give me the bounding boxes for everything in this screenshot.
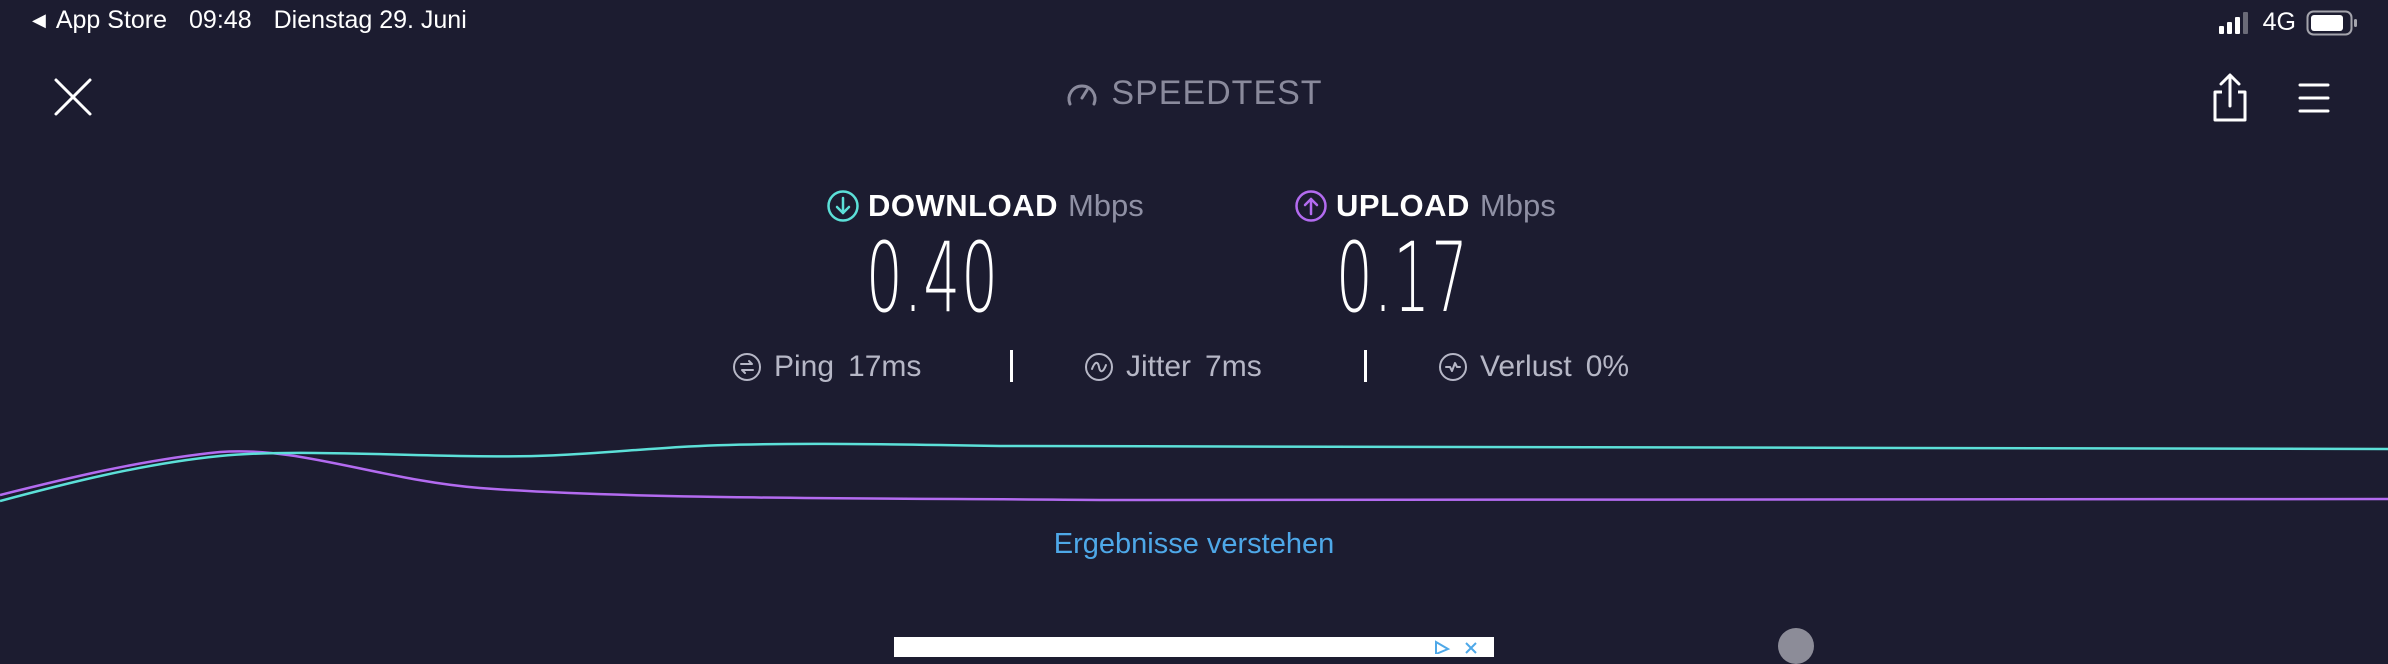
network-type: 4G <box>2262 8 2296 36</box>
signal-icon <box>2218 11 2248 34</box>
share-icon[interactable] <box>2210 72 2250 124</box>
menu-icon[interactable] <box>2296 80 2332 116</box>
packet-loss-stat: Verlust 0% <box>1438 350 1629 384</box>
packet-loss-value: 0% <box>1585 350 1630 383</box>
download-speed-line <box>0 442 2388 503</box>
back-to-app-store-link[interactable]: App Store <box>56 6 167 35</box>
download-header: DOWNLOAD Mbps <box>826 188 1144 224</box>
ping-stat: Ping 17ms <box>732 350 921 384</box>
ping-value: 17ms <box>848 350 922 383</box>
speedtest-logo: SPEEDTEST <box>0 74 2388 113</box>
packet-loss-label: Verlust <box>1480 350 1572 383</box>
jitter-label: Jitter <box>1126 350 1192 383</box>
speedtest-logo-icon <box>1067 84 1097 105</box>
jitter-icon <box>1085 353 1113 381</box>
download-label: DOWNLOAD <box>868 188 1058 223</box>
status-bar-left: ◀ App Store 09:48 Dienstag 29. Juni <box>32 6 467 35</box>
upload-speed-value: 0.17 <box>1336 222 1470 334</box>
ping-icon <box>733 353 761 381</box>
menu-button[interactable] <box>2296 80 2332 116</box>
upload-header: UPLOAD Mbps <box>1294 188 1556 224</box>
speed-graph <box>0 442 2388 503</box>
download-unit: Mbps <box>1067 188 1144 223</box>
back-arrow-icon[interactable]: ◀ <box>32 10 46 31</box>
stats-divider <box>1364 350 1367 382</box>
packet-loss-icon <box>1439 353 1467 381</box>
stats-divider <box>1010 350 1013 382</box>
status-time: 09:48 <box>189 6 252 34</box>
logo-text: SPEEDTEST <box>1111 74 1323 112</box>
ad-close-icon <box>1465 642 1477 654</box>
upload-arrow-icon <box>1295 190 1327 222</box>
ad-choices-icons[interactable] <box>1432 640 1486 654</box>
jitter-stat: Jitter 7ms <box>1084 350 1262 384</box>
upload-unit: Mbps <box>1479 188 1556 223</box>
share-button[interactable] <box>2210 72 2250 124</box>
ad-banner[interactable] <box>894 637 1494 657</box>
ping-label: Ping <box>774 350 835 383</box>
upload-label: UPLOAD <box>1336 188 1470 223</box>
understand-results-link[interactable]: Ergebnisse verstehen <box>0 528 2388 561</box>
scroll-handle[interactable] <box>1778 628 1814 664</box>
battery-icon <box>2306 10 2357 35</box>
download-arrow-icon <box>827 190 859 222</box>
download-speed-value: 0.40 <box>866 222 1000 334</box>
ad-choices-icon <box>1435 640 1451 654</box>
upload-speed-line <box>0 450 2388 503</box>
status-bar-right: 4G <box>2218 8 2358 37</box>
status-date: Dienstag 29. Juni <box>273 6 467 34</box>
jitter-value: 7ms <box>1205 350 1262 383</box>
